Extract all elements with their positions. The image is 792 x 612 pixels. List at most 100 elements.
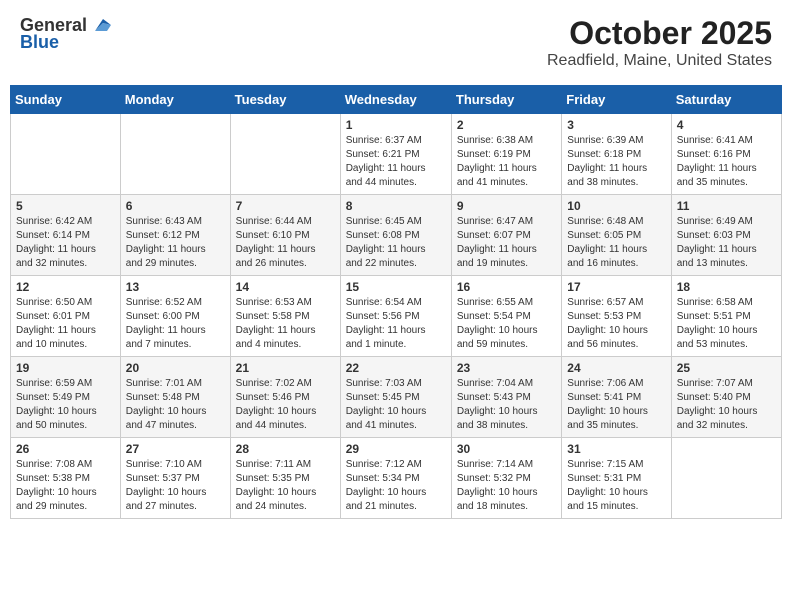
day-number: 12 [16, 280, 115, 294]
calendar-cell: 22 Sunrise: 7:03 AM Sunset: 5:45 PM Dayli… [340, 357, 451, 438]
day-info: Sunrise: 7:08 AM Sunset: 5:38 PM Dayligh… [16, 458, 115, 514]
weekday-header-wednesday: Wednesday [340, 86, 451, 114]
calendar-cell: 12 Sunrise: 6:50 AM Sunset: 6:01 PM Dayli… [11, 276, 121, 357]
day-info: Sunrise: 7:04 AM Sunset: 5:43 PM Dayligh… [457, 377, 556, 433]
day-info: Sunrise: 6:48 AM Sunset: 6:05 PM Dayligh… [567, 215, 665, 271]
calendar-cell: 1Sunrise: 6:37 AM Sunset: 6:21 PM Daylig… [340, 114, 451, 195]
day-number: 2 [457, 118, 556, 132]
title-block: October 2025 Readfield, Maine, United St… [547, 15, 772, 70]
day-number: 22 [346, 361, 446, 375]
day-number: 20 [126, 361, 225, 375]
calendar-week-row: 26 Sunrise: 7:08 AM Sunset: 5:38 PM Dayli… [11, 438, 782, 519]
day-number: 27 [126, 442, 225, 456]
day-number: 3 [567, 118, 665, 132]
calendar-cell: 13 Sunrise: 6:52 AM Sunset: 6:00 PM Dayli… [120, 276, 230, 357]
day-number: 4 [677, 118, 776, 132]
day-info: Sunrise: 6:49 AM Sunset: 6:03 PM Dayligh… [677, 215, 776, 271]
calendar-cell: 20 Sunrise: 7:01 AM Sunset: 5:48 PM Dayli… [120, 357, 230, 438]
day-number: 30 [457, 442, 556, 456]
calendar-cell [120, 114, 230, 195]
calendar-cell: 5Sunrise: 6:42 AM Sunset: 6:14 PM Daylig… [11, 195, 121, 276]
day-number: 28 [236, 442, 335, 456]
day-info: Sunrise: 6:43 AM Sunset: 6:12 PM Dayligh… [126, 215, 225, 271]
day-number: 18 [677, 280, 776, 294]
calendar-title: October 2025 [547, 15, 772, 52]
calendar-cell: 9 Sunrise: 6:47 AM Sunset: 6:07 PM Daylig… [451, 195, 561, 276]
day-number: 9 [457, 199, 556, 213]
day-info: Sunrise: 6:47 AM Sunset: 6:07 PM Dayligh… [457, 215, 556, 271]
day-number: 26 [16, 442, 115, 456]
calendar-cell: 29 Sunrise: 7:12 AM Sunset: 5:34 PM Dayli… [340, 438, 451, 519]
day-info: Sunrise: 6:45 AM Sunset: 6:08 PM Dayligh… [346, 215, 446, 271]
calendar-cell: 2 Sunrise: 6:38 AM Sunset: 6:19 PM Daylig… [451, 114, 561, 195]
day-number: 14 [236, 280, 335, 294]
day-info: Sunrise: 7:01 AM Sunset: 5:48 PM Dayligh… [126, 377, 225, 433]
calendar-cell: 27 Sunrise: 7:10 AM Sunset: 5:37 PM Dayli… [120, 438, 230, 519]
day-info: Sunrise: 6:59 AM Sunset: 5:49 PM Dayligh… [16, 377, 115, 433]
day-info: Sunrise: 7:03 AM Sunset: 5:45 PM Dayligh… [346, 377, 446, 433]
weekday-header-sunday: Sunday [11, 86, 121, 114]
calendar-cell: 26 Sunrise: 7:08 AM Sunset: 5:38 PM Dayli… [11, 438, 121, 519]
day-info: Sunrise: 6:37 AM Sunset: 6:21 PM Dayligh… [346, 134, 446, 190]
calendar-cell: 23Sunrise: 7:04 AM Sunset: 5:43 PM Dayli… [451, 357, 561, 438]
day-info: Sunrise: 6:53 AM Sunset: 5:58 PM Dayligh… [236, 296, 335, 352]
day-number: 25 [677, 361, 776, 375]
calendar-cell [671, 438, 781, 519]
day-info: Sunrise: 7:10 AM Sunset: 5:37 PM Dayligh… [126, 458, 225, 514]
day-number: 29 [346, 442, 446, 456]
day-number: 6 [126, 199, 225, 213]
day-info: Sunrise: 6:57 AM Sunset: 5:53 PM Dayligh… [567, 296, 665, 352]
calendar-table: SundayMondayTuesdayWednesdayThursdayFrid… [10, 85, 782, 519]
day-number: 21 [236, 361, 335, 375]
day-info: Sunrise: 7:11 AM Sunset: 5:35 PM Dayligh… [236, 458, 335, 514]
calendar-cell: 25 Sunrise: 7:07 AM Sunset: 5:40 PM Dayli… [671, 357, 781, 438]
day-info: Sunrise: 6:54 AM Sunset: 5:56 PM Dayligh… [346, 296, 446, 352]
day-number: 16 [457, 280, 556, 294]
day-info: Sunrise: 7:14 AM Sunset: 5:32 PM Dayligh… [457, 458, 556, 514]
calendar-cell: 16 Sunrise: 6:55 AM Sunset: 5:54 PM Dayli… [451, 276, 561, 357]
calendar-cell: 17 Sunrise: 6:57 AM Sunset: 5:53 PM Dayli… [562, 276, 671, 357]
weekday-header-thursday: Thursday [451, 86, 561, 114]
day-number: 8 [346, 199, 446, 213]
day-number: 15 [346, 280, 446, 294]
calendar-cell: 11 Sunrise: 6:49 AM Sunset: 6:03 PM Dayli… [671, 195, 781, 276]
calendar-week-row: 1Sunrise: 6:37 AM Sunset: 6:21 PM Daylig… [11, 114, 782, 195]
calendar-cell: 24Sunrise: 7:06 AM Sunset: 5:41 PM Dayli… [562, 357, 671, 438]
logo-blue-text: Blue [20, 32, 59, 53]
calendar-location: Readfield, Maine, United States [547, 52, 772, 70]
calendar-cell: 7 Sunrise: 6:44 AM Sunset: 6:10 PM Daylig… [230, 195, 340, 276]
day-info: Sunrise: 7:15 AM Sunset: 5:31 PM Dayligh… [567, 458, 665, 514]
day-info: Sunrise: 7:12 AM Sunset: 5:34 PM Dayligh… [346, 458, 446, 514]
calendar-cell: 21 Sunrise: 7:02 AM Sunset: 5:46 PM Dayli… [230, 357, 340, 438]
day-number: 13 [126, 280, 225, 294]
day-number: 11 [677, 199, 776, 213]
day-number: 7 [236, 199, 335, 213]
day-info: Sunrise: 6:50 AM Sunset: 6:01 PM Dayligh… [16, 296, 115, 352]
page-header: General Blue October 2025 Readfield, Mai… [10, 10, 782, 75]
day-number: 5 [16, 199, 115, 213]
day-info: Sunrise: 6:38 AM Sunset: 6:19 PM Dayligh… [457, 134, 556, 190]
calendar-cell [11, 114, 121, 195]
day-number: 17 [567, 280, 665, 294]
day-info: Sunrise: 7:07 AM Sunset: 5:40 PM Dayligh… [677, 377, 776, 433]
weekday-header-monday: Monday [120, 86, 230, 114]
calendar-cell: 18 Sunrise: 6:58 AM Sunset: 5:51 PM Dayli… [671, 276, 781, 357]
day-number: 10 [567, 199, 665, 213]
day-info: Sunrise: 7:02 AM Sunset: 5:46 PM Dayligh… [236, 377, 335, 433]
day-info: Sunrise: 6:52 AM Sunset: 6:00 PM Dayligh… [126, 296, 225, 352]
calendar-cell: 28 Sunrise: 7:11 AM Sunset: 5:35 PM Dayli… [230, 438, 340, 519]
day-info: Sunrise: 6:44 AM Sunset: 6:10 PM Dayligh… [236, 215, 335, 271]
day-number: 24 [567, 361, 665, 375]
weekday-header-friday: Friday [562, 86, 671, 114]
calendar-cell: 19Sunrise: 6:59 AM Sunset: 5:49 PM Dayli… [11, 357, 121, 438]
day-info: Sunrise: 6:58 AM Sunset: 5:51 PM Dayligh… [677, 296, 776, 352]
calendar-week-row: 19Sunrise: 6:59 AM Sunset: 5:49 PM Dayli… [11, 357, 782, 438]
weekday-header-row: SundayMondayTuesdayWednesdayThursdayFrid… [11, 86, 782, 114]
day-info: Sunrise: 6:41 AM Sunset: 6:16 PM Dayligh… [677, 134, 776, 190]
day-number: 31 [567, 442, 665, 456]
day-info: Sunrise: 6:55 AM Sunset: 5:54 PM Dayligh… [457, 296, 556, 352]
calendar-cell: 3Sunrise: 6:39 AM Sunset: 6:18 PM Daylig… [562, 114, 671, 195]
calendar-cell: 8 Sunrise: 6:45 AM Sunset: 6:08 PM Daylig… [340, 195, 451, 276]
calendar-cell: 30 Sunrise: 7:14 AM Sunset: 5:32 PM Dayli… [451, 438, 561, 519]
calendar-cell [230, 114, 340, 195]
